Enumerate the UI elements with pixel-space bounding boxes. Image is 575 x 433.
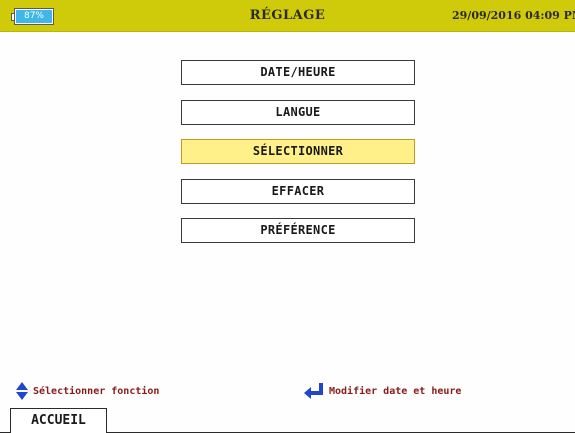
menu-item-effacer[interactable]: EFFACER <box>181 179 415 204</box>
status-bar: RÉGLAGE 87% 29/09/2016 04:09 PM <box>0 0 575 32</box>
screen: RÉGLAGE 87% 29/09/2016 04:09 PM DATE/HEU… <box>0 0 575 433</box>
menu-item-langue[interactable]: LANGUE <box>181 100 415 125</box>
hint-enter: Modifier date et heure <box>303 381 461 401</box>
menu-item-selectionner[interactable]: SÉLECTIONNER <box>181 139 415 164</box>
menu-item-date-heure[interactable]: DATE/HEURE <box>181 60 415 85</box>
hint-navigate-label: Sélectionner fonction <box>33 385 160 397</box>
up-down-arrows-icon <box>16 382 28 400</box>
datetime-display: 29/09/2016 04:09 PM <box>452 9 575 22</box>
enter-arrow-icon <box>304 383 323 399</box>
battery-indicator: 87% <box>11 8 54 25</box>
battery-level: 87% <box>14 8 54 25</box>
tab-accueil[interactable]: ACCUEIL <box>10 408 107 433</box>
hint-enter-label: Modifier date et heure <box>329 385 462 397</box>
hint-navigate: Sélectionner fonction <box>15 381 159 401</box>
menu-item-preference[interactable]: PRÉFÉRENCE <box>181 218 415 243</box>
